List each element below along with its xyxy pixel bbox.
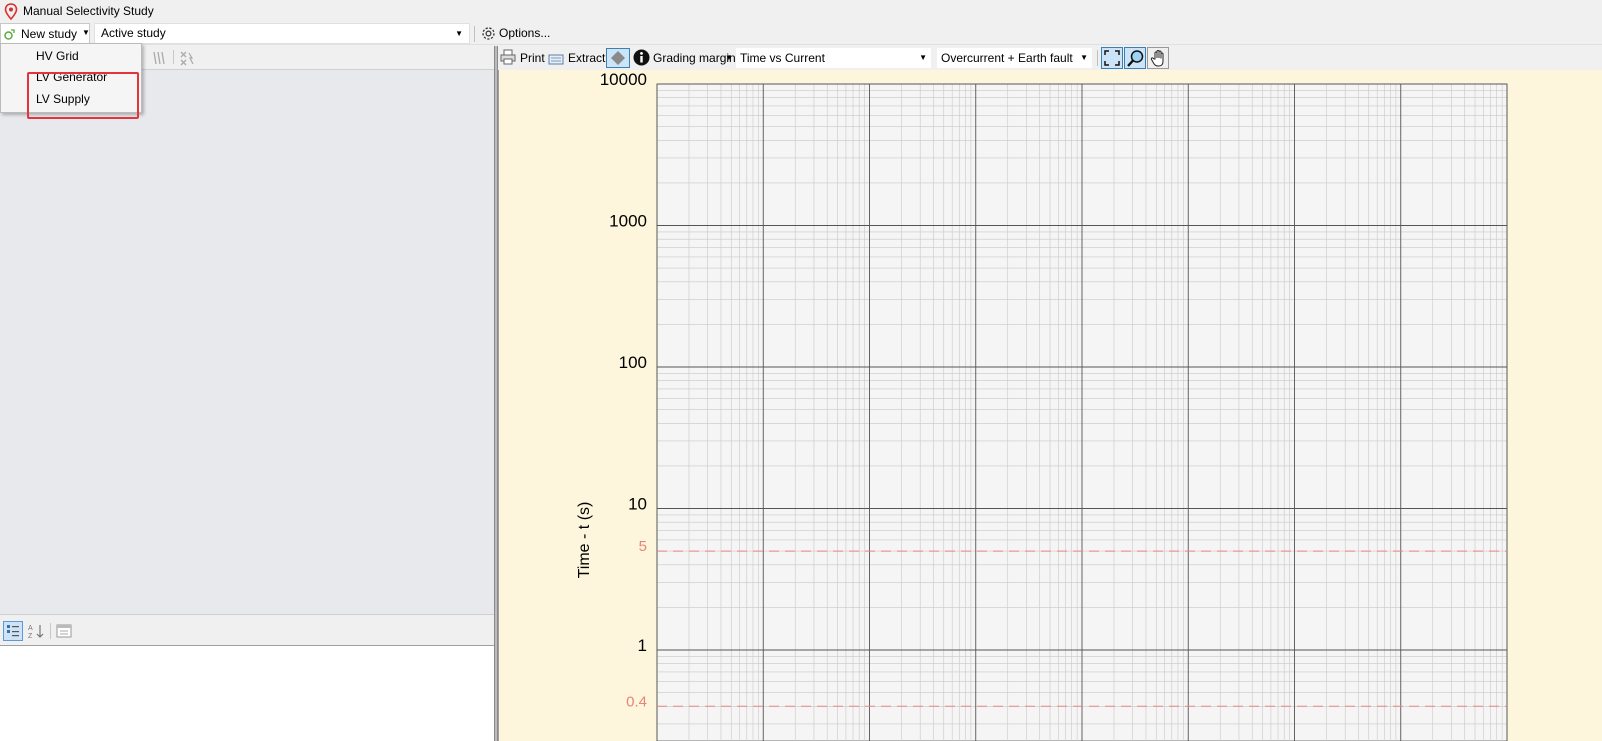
sort-alphabetical-icon[interactable]: A Z xyxy=(27,622,45,640)
highlight-box xyxy=(27,72,139,119)
gear-icon xyxy=(482,27,495,40)
svg-text:A: A xyxy=(28,625,33,632)
print-button[interactable]: Print xyxy=(500,49,545,67)
view-mode-select[interactable]: Time vs Current ▼ xyxy=(736,48,931,68)
window-title: Manual Selectivity Study xyxy=(23,4,154,18)
zoom-button[interactable] xyxy=(1124,47,1146,69)
printer-icon xyxy=(500,49,516,65)
new-study-button[interactable]: New study ▼ xyxy=(0,23,90,44)
y-tick-label: 1 xyxy=(638,636,647,655)
study-tree[interactable] xyxy=(0,69,494,614)
view-mode-value: Time vs Current xyxy=(740,51,825,65)
toolbar-divider xyxy=(474,26,475,42)
categorized-view-icon[interactable] xyxy=(3,621,23,641)
study-toolbar: New study ▼ Active study ▼ Options... xyxy=(0,22,1602,45)
extract-button[interactable]: Extract xyxy=(548,49,606,67)
fit-view-button[interactable] xyxy=(1101,47,1123,69)
fit-to-window-icon xyxy=(1104,50,1120,66)
new-study-icon xyxy=(4,29,15,40)
chevron-down-icon: ▼ xyxy=(1080,53,1088,62)
y-tick-label: 10 xyxy=(628,495,647,514)
y-axis-label: Time - t (s) xyxy=(576,502,593,579)
diamond-toggle-button[interactable] xyxy=(606,48,630,68)
menu-item-hv-grid[interactable]: HV Grid xyxy=(36,49,79,63)
title-bar: Manual Selectivity Study xyxy=(0,0,1602,22)
pan-button[interactable] xyxy=(1147,47,1169,69)
toolbar-divider xyxy=(173,50,174,64)
chart-panel: Print Extract Grading margin ▼ Time vs C xyxy=(498,46,1602,741)
y-tick-label: 100 xyxy=(619,353,647,372)
reference-line-label: 5 xyxy=(639,538,647,555)
parallel-lines-icon[interactable] xyxy=(150,49,168,67)
y-tick-label: 1000 xyxy=(609,212,647,231)
svg-text:Z: Z xyxy=(28,633,33,640)
toolbar-divider xyxy=(50,623,51,639)
active-study-label: Active study xyxy=(101,26,166,40)
chevron-down-icon: ▼ xyxy=(919,53,927,62)
diamond-icon xyxy=(611,51,625,65)
grading-margin-label: Grading margin xyxy=(653,51,736,65)
chevron-down-icon: ▼ xyxy=(725,53,733,62)
reference-line-label: 0.4 xyxy=(626,693,647,710)
new-study-menu: HV Grid LV Generator LV Supply xyxy=(0,43,142,119)
print-label: Print xyxy=(520,51,545,65)
chart-canvas: 10000 1000 100 10 1 5 0.4 Time - t (s) xyxy=(576,70,1508,741)
time-current-chart[interactable]: 10000 1000 100 10 1 5 0.4 Time - t (s) xyxy=(498,70,1602,741)
fault-type-value: Overcurrent + Earth fault xyxy=(941,51,1073,65)
grading-margin-button[interactable]: Grading margin ▼ xyxy=(633,49,736,67)
app-pin-icon xyxy=(4,3,18,20)
study-tree-panel: A Z xyxy=(0,46,494,741)
chart-toolbar: Print Extract Grading margin ▼ Time vs C xyxy=(498,46,1602,70)
hand-icon xyxy=(1150,49,1164,67)
property-pages-icon[interactable] xyxy=(55,622,73,640)
info-icon xyxy=(633,49,650,66)
extract-label: Extract xyxy=(568,51,606,65)
properties-grid[interactable] xyxy=(0,645,494,741)
extract-icon xyxy=(548,54,564,65)
y-tick-label: 10000 xyxy=(600,70,647,89)
active-study-select[interactable]: Active study ▼ xyxy=(94,23,470,44)
magnifier-icon xyxy=(1127,50,1144,67)
fault-type-select[interactable]: Overcurrent + Earth fault ▼ xyxy=(937,48,1092,68)
chevron-down-icon: ▼ xyxy=(455,29,463,38)
chevron-down-icon: ▼ xyxy=(82,28,90,37)
remove-fault-icon[interactable] xyxy=(178,49,196,67)
new-study-label: New study xyxy=(21,27,78,41)
options-label: Options... xyxy=(499,26,551,40)
properties-toolbar: A Z xyxy=(0,614,494,645)
toolbar-divider xyxy=(1097,50,1098,66)
